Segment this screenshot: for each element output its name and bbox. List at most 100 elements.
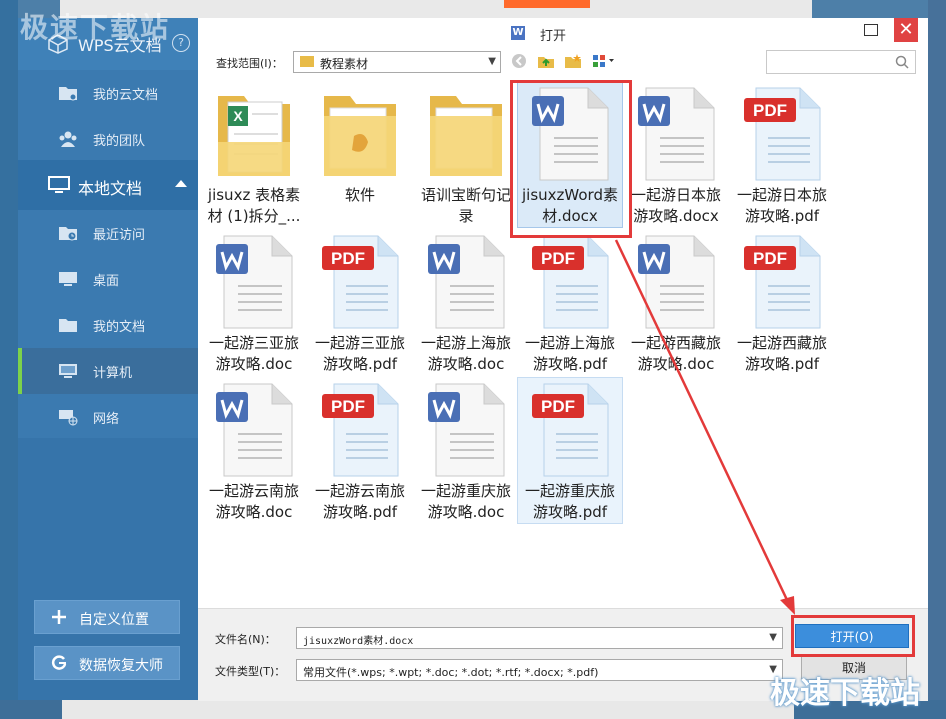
highlight-box-open xyxy=(791,615,915,657)
help-icon[interactable]: ? xyxy=(172,34,190,52)
back-icon[interactable] xyxy=(511,53,529,69)
filename-input[interactable]: jisuxzWord素材.docx ▼ xyxy=(296,627,783,649)
file-name: 一起游重庆旅游攻略.doc xyxy=(420,482,511,521)
file-item[interactable]: PDF 一起游云南旅游攻略.pdf xyxy=(308,378,412,523)
sidebar-item-desktop[interactable]: 桌面 xyxy=(18,256,198,302)
chevron-down-icon[interactable]: ▼ xyxy=(769,632,777,643)
sidebar-bottom-area: 自定义位置 数据恢复大师 xyxy=(18,438,198,700)
file-item[interactable]: PDF 一起游日本旅游攻略.pdf xyxy=(730,82,834,227)
filetype-label: 文件类型(T)： xyxy=(215,665,286,678)
word-doc-icon xyxy=(428,383,505,477)
desktop-icon xyxy=(59,272,77,286)
svg-text:PDF: PDF xyxy=(331,397,365,416)
file-item[interactable]: PDF 一起游三亚旅游攻略.pdf xyxy=(308,230,412,375)
file-name: 一起游三亚旅游攻略.doc xyxy=(208,334,299,373)
folder-icon xyxy=(300,56,314,67)
background-window-strip xyxy=(60,0,812,18)
sidebar-item-label: 计算机 xyxy=(93,366,133,381)
background-accent xyxy=(504,0,590,8)
sidebar-item-label: 桌面 xyxy=(93,274,120,289)
pdf-file-icon: PDF xyxy=(532,235,609,329)
sidebar-section-label: 本地文档 xyxy=(78,179,143,198)
team-icon xyxy=(59,131,77,147)
filename-value: jisuxzWord素材.docx xyxy=(303,636,414,647)
file-name: 一起游云南旅游攻略.pdf xyxy=(314,482,405,521)
sidebar-item-label: 网络 xyxy=(93,412,120,427)
pdf-file-icon: PDF xyxy=(322,383,399,477)
background-bottom-strip xyxy=(62,700,794,719)
network-icon xyxy=(59,410,78,426)
sidebar: WPS云文档 ? 我的云文档 我的团队 本地文档 最近访问 桌面 我的文档 计算… xyxy=(18,18,198,700)
file-name: 一起游西藏旅游攻略.pdf xyxy=(736,334,827,373)
filetype-value: 常用文件(*.wps; *.wpt; *.doc; *.dot; *.rtf; … xyxy=(303,666,599,679)
filename-label: 文件名(N)： xyxy=(215,633,276,646)
new-folder-icon[interactable] xyxy=(564,53,582,69)
computer-icon xyxy=(59,364,77,378)
file-name: jisuxz 表格素材 (1)拆分_... xyxy=(207,186,301,225)
file-name: 一起游云南旅游攻略.doc xyxy=(208,482,299,521)
word-doc-icon xyxy=(638,87,715,181)
file-item[interactable]: 一起游云南旅游攻略.doc xyxy=(202,378,306,523)
sidebar-item-my-team[interactable]: 我的团队 xyxy=(18,116,198,162)
file-item[interactable]: 一起游三亚旅游攻略.doc xyxy=(202,230,306,375)
sidebar-item-label: 我的云文档 xyxy=(93,88,159,103)
svg-text:X: X xyxy=(233,108,243,124)
folder-icon xyxy=(324,96,396,176)
wps-writer-icon: W xyxy=(511,26,525,40)
word-doc-icon xyxy=(216,235,293,329)
background-left xyxy=(0,0,18,719)
look-in-label: 查找范围(I)： xyxy=(216,57,283,70)
sidebar-item-computer[interactable]: 计算机 xyxy=(18,348,198,394)
dialog-toolbar: 查找范围(I)： 教程素材 ▼ xyxy=(198,48,928,78)
word-doc-icon xyxy=(216,383,293,477)
pdf-file-icon: PDF xyxy=(322,235,399,329)
file-item[interactable]: 一起游西藏旅游攻略.doc xyxy=(624,230,728,375)
svg-text:PDF: PDF xyxy=(541,397,575,416)
sidebar-item-label: 我的文档 xyxy=(93,320,146,335)
sidebar-item-recent[interactable]: 最近访问 xyxy=(18,210,198,256)
file-name: 一起游上海旅游攻略.pdf xyxy=(524,334,615,373)
sidebar-item-my-cloud[interactable]: 我的云文档 xyxy=(18,70,198,116)
folder-icon xyxy=(59,87,77,101)
search-icon xyxy=(895,55,909,69)
documents-folder-icon xyxy=(59,319,77,332)
file-name: 一起游三亚旅游攻略.pdf xyxy=(314,334,405,373)
sidebar-item-network[interactable]: 网络 xyxy=(18,394,198,440)
file-item[interactable]: 软件 xyxy=(308,82,412,227)
watermark-top: 极速下载站 xyxy=(20,11,171,44)
data-recovery-button[interactable]: 数据恢复大师 xyxy=(34,646,180,680)
pdf-file-icon: PDF xyxy=(744,87,821,181)
file-item[interactable]: 一起游重庆旅游攻略.doc xyxy=(414,378,518,523)
look-in-select[interactable]: 教程素材 ▼ xyxy=(293,51,501,73)
chevron-down-icon: ▼ xyxy=(488,56,496,67)
custom-location-button[interactable]: 自定义位置 xyxy=(34,600,180,634)
file-item[interactable]: PDF 一起游上海旅游攻略.pdf xyxy=(518,230,622,375)
custom-location-label: 自定义位置 xyxy=(79,612,149,628)
file-name: 一起游日本旅游攻略.pdf xyxy=(736,186,827,225)
view-menu-icon[interactable] xyxy=(592,53,618,69)
file-item[interactable]: 一起游上海旅游攻略.doc xyxy=(414,230,518,375)
maximize-icon[interactable] xyxy=(864,24,878,36)
file-name: 一起游重庆旅游攻略.pdf xyxy=(524,482,615,521)
svg-text:PDF: PDF xyxy=(331,249,365,268)
search-input[interactable] xyxy=(766,50,916,74)
filetype-select[interactable]: 常用文件(*.wps; *.wpt; *.doc; *.dot; *.rtf; … xyxy=(296,659,783,681)
word-doc-icon xyxy=(638,235,715,329)
data-recovery-label: 数据恢复大师 xyxy=(79,658,163,674)
file-item[interactable]: PDF 一起游西藏旅游攻略.pdf xyxy=(730,230,834,375)
file-item[interactable]: 语训宝断句记录 xyxy=(414,82,518,227)
sidebar-section-local-docs[interactable]: 本地文档 xyxy=(18,160,198,210)
file-name: 一起游西藏旅游攻略.doc xyxy=(630,334,721,373)
file-name: 一起游日本旅游攻略.docx xyxy=(630,186,721,225)
svg-text:PDF: PDF xyxy=(753,101,787,120)
up-folder-icon[interactable] xyxy=(537,53,555,69)
folder-icon xyxy=(430,96,502,176)
chevron-up-icon[interactable] xyxy=(175,180,187,187)
sidebar-item-my-documents[interactable]: 我的文档 xyxy=(18,302,198,348)
file-item[interactable]: Xjisuxz 表格素材 (1)拆分_... xyxy=(202,82,306,227)
look-in-value: 教程素材 xyxy=(320,57,369,71)
highlight-box-file xyxy=(510,80,632,238)
close-button[interactable]: ✕ xyxy=(894,18,918,42)
file-item[interactable]: 一起游日本旅游攻略.docx xyxy=(624,82,728,227)
file-item[interactable]: PDF 一起游重庆旅游攻略.pdf xyxy=(517,377,623,524)
